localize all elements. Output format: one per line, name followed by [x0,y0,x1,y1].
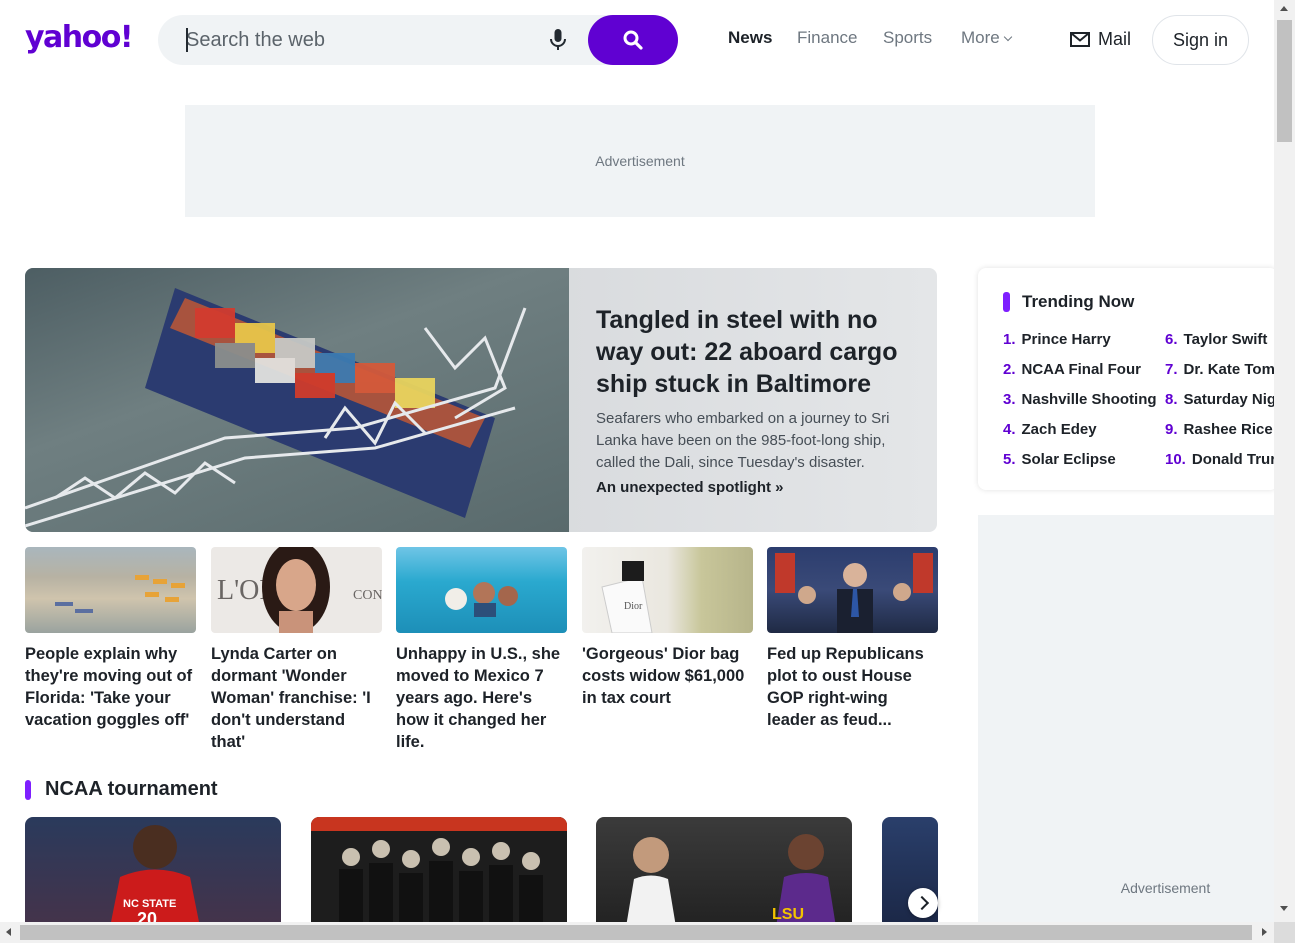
story-card[interactable]: Dior 'Gorgeous' Dior bag costs widow $61… [582,547,753,709]
story-image-congress[interactable] [767,547,938,633]
scrollbar-corner [1274,922,1295,943]
vertical-scrollbar[interactable] [1274,0,1295,922]
trending-item[interactable]: 6. Taylor Swift [1165,331,1267,348]
cargo-ship-image [25,288,527,528]
mail-link[interactable]: Mail [1070,29,1131,50]
horizontal-scroll-thumb[interactable] [20,925,1252,940]
hero-related-link[interactable]: An unexpected spotlight » [596,479,916,496]
svg-text:CON: CON [353,588,382,603]
story-image-swimming[interactable] [396,547,567,633]
search-button[interactable] [588,15,678,65]
text-cursor [186,28,188,52]
story-image-beach[interactable] [25,547,196,633]
side-ad-label: Advertisement [1120,880,1211,896]
horizontal-scrollbar[interactable] [0,922,1274,943]
trending-now-panel: Trending Now 1. Prince Harry 2. NCAA Final… [978,268,1278,490]
story-card[interactable]: L'OF CON Lynda Carter on dormant 'Wonder … [211,547,382,753]
story-title[interactable]: Lynda Carter on dormant 'Wonder Woman' f… [211,643,382,753]
nav-more[interactable]: More [961,28,1012,48]
trending-item[interactable]: 5. Solar Eclipse [1003,451,1116,468]
scroll-up-arrow-icon[interactable] [1280,6,1288,11]
story-title[interactable]: 'Gorgeous' Dior bag costs widow $61,000 … [582,643,753,709]
chevron-down-icon [1003,32,1012,42]
hero-story[interactable]: Tangled in steel with no way out: 22 abo… [25,268,937,532]
vertical-scroll-thumb[interactable] [1277,20,1292,142]
trending-item[interactable]: 8. Saturday Nig [1165,391,1276,408]
story-image-dior-bag[interactable]: Dior [582,547,753,633]
trending-item[interactable]: 3. Nashville Shooting [1003,391,1157,408]
scroll-left-arrow-icon[interactable] [6,928,11,936]
svg-text:Dior: Dior [624,601,643,612]
trending-accent-bar [1003,292,1010,312]
story-card[interactable]: People explain why they're moving out of… [25,547,196,731]
mail-label: Mail [1098,29,1132,49]
scroll-down-arrow-icon[interactable] [1280,906,1288,911]
ncaa-card-nc-state[interactable]: NC STATE 20 [25,817,281,927]
nav-sports[interactable]: Sports [883,28,932,48]
side-advertisement[interactable]: Advertisement [978,515,1278,925]
trending-item[interactable]: 7. Dr. Kate Toma [1165,361,1278,378]
hero-image[interactable] [25,268,569,532]
section-header: NCAA tournament [25,778,218,801]
trending-item[interactable]: 2. NCAA Final Four [1003,361,1141,378]
mail-icon [1070,32,1090,47]
nav-news[interactable]: News [728,28,772,48]
story-title[interactable]: Fed up Republicans plot to oust House GO… [767,643,938,731]
carousel-next-button[interactable] [908,888,938,918]
section-accent-bar [25,779,31,800]
yahoo-logo[interactable]: yahoo! [25,20,134,55]
nav-finance[interactable]: Finance [797,28,857,48]
ncaa-card-womens-players[interactable]: LSU [596,817,852,927]
trending-item[interactable]: 4. Zach Edey [1003,421,1097,438]
trending-item[interactable]: 9. Rashee Rice [1165,421,1273,438]
microphone-icon[interactable] [548,28,568,52]
svg-text:LSU: LSU [772,906,804,923]
trending-item[interactable]: 10. Donald Trur [1165,451,1276,468]
story-title[interactable]: People explain why they're moving out of… [25,643,196,731]
advertisement-banner[interactable]: Advertisement [185,105,1095,217]
search-icon [623,30,643,50]
hero-summary: Seafarers who embarked on a journey to S… [596,410,890,471]
story-card[interactable]: Fed up Republicans plot to oust House GO… [767,547,938,731]
story-title[interactable]: Unhappy in U.S., she moved to Mexico 7 y… [396,643,567,753]
section-title[interactable]: NCAA tournament [45,778,218,801]
trending-title: Trending Now [1022,292,1135,311]
scroll-right-arrow-icon[interactable] [1262,928,1267,936]
story-image-portrait[interactable]: L'OF CON [211,547,382,633]
story-card[interactable]: Unhappy in U.S., she moved to Mexico 7 y… [396,547,567,753]
sign-in-button[interactable]: Sign in [1152,15,1249,65]
search-input[interactable] [186,27,526,53]
ncaa-card-iowa-team[interactable] [311,817,567,927]
hero-headline[interactable]: Tangled in steel with no way out: 22 abo… [596,304,916,400]
nav-more-label: More [961,28,1000,47]
trending-item[interactable]: 1. Prince Harry [1003,331,1111,348]
